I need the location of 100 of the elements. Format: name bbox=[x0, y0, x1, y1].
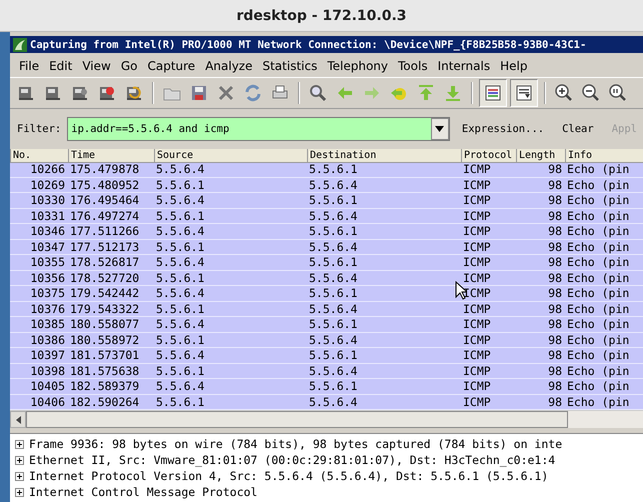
table-cell-text: 180.558077 bbox=[69, 317, 140, 332]
expand-toggle[interactable] bbox=[15, 440, 24, 448]
search-icon[interactable] bbox=[308, 83, 328, 103]
table-cell-text: 5.5.6.4 bbox=[308, 270, 358, 285]
menu-item[interactable]: View bbox=[77, 59, 116, 73]
packet-row[interactable]: 10331 176.497274 5.5.6.1 5.5.6.4 ICMP 98 Echo (pin bbox=[10, 208, 643, 224]
table-cell-text: 10405 bbox=[29, 379, 66, 394]
table-cell-text: 10376 bbox=[29, 302, 66, 316]
packet-row[interactable]: 10385 180.558077 5.5.6.4 5.5.6.1 ICMP 98 Echo (pin bbox=[10, 317, 643, 332]
column-header[interactable]: Protocol bbox=[461, 149, 516, 162]
table-cell-text: 5.5.6.1 bbox=[308, 224, 358, 238]
detail-line[interactable]: Internet Protocol Version 4, Src: 5.5.6.4 (5.5.6.4), Dst: 5.5.6.1 (5.5.6.1) bbox=[29, 469, 548, 483]
detail-line[interactable]: Frame 9936: 98 bytes on wire (784 bits), 98 bytes captured (784 bits) on inte bbox=[29, 437, 562, 451]
table-cell-text: 182.590264 bbox=[69, 394, 140, 409]
table-cell-text: 5.5.6.4 bbox=[308, 302, 358, 316]
table-cell-text: 10386 bbox=[29, 332, 66, 347]
packet-row[interactable]: 10355 178.526817 5.5.6.4 5.5.6.1 ICMP 98 Echo (pin bbox=[10, 255, 643, 270]
table-cell-text: 179.543322 bbox=[69, 302, 140, 316]
zoom-out-icon[interactable] bbox=[581, 83, 601, 103]
table-cell-text: 98 bbox=[547, 364, 563, 378]
table-cell-text: Echo (pin bbox=[566, 286, 630, 300]
packet-row[interactable]: 10346 177.511266 5.5.6.4 5.5.6.1 ICMP 98 Echo (pin bbox=[10, 224, 643, 240]
column-header[interactable]: Length bbox=[516, 149, 565, 162]
menu-item[interactable]: Tools bbox=[393, 59, 433, 73]
table-cell-text: 178.526817 bbox=[69, 255, 140, 270]
menu-item[interactable]: File bbox=[14, 59, 44, 73]
table-cell-text: Echo (pin bbox=[566, 255, 630, 270]
table-cell-text: 5.5.6.4 bbox=[155, 286, 206, 300]
table-cell-text: 5.5.6.4 bbox=[155, 163, 206, 176]
packet-row[interactable]: 10405 182.589379 5.5.6.4 5.5.6.1 ICMP 98 Echo (pin bbox=[10, 379, 643, 394]
menu-item[interactable]: Help bbox=[495, 59, 532, 73]
expand-toggle[interactable] bbox=[15, 488, 24, 496]
menu-item[interactable]: Internals bbox=[432, 59, 496, 73]
close-icon[interactable] bbox=[216, 83, 236, 103]
menu-item[interactable]: Capture bbox=[142, 59, 200, 73]
packet-row[interactable]: 10375 179.542442 5.5.6.4 5.5.6.1 ICMP 98 Echo (pin bbox=[10, 286, 643, 302]
table-cell-text: 5.5.6.1 bbox=[155, 208, 206, 223]
packet-row[interactable]: 10406 182.590264 5.5.6.1 5.5.6.4 ICMP 98 Echo (pin bbox=[10, 394, 643, 410]
table-cell-text: 5.5.6.1 bbox=[308, 317, 358, 332]
column-header[interactable]: Destination bbox=[307, 149, 461, 162]
packet-row[interactable]: 10269 175.480952 5.5.6.1 5.5.6.4 ICMP 98 Echo (pin bbox=[10, 178, 643, 193]
table-cell-text: 5.5.6.4 bbox=[308, 332, 358, 347]
table-cell-text: 10347 bbox=[29, 240, 66, 254]
table-cell-text: 178.527720 bbox=[69, 270, 140, 285]
table-cell-text: 5.5.6.1 bbox=[155, 240, 206, 254]
menu-item[interactable]: Go bbox=[116, 59, 142, 73]
detail-line[interactable]: Internet Control Message Protocol bbox=[29, 485, 258, 499]
table-cell-text: 98 bbox=[547, 394, 563, 409]
menu-item[interactable]: Statistics bbox=[257, 59, 322, 73]
packet-row[interactable]: 10347 177.512173 5.5.6.1 5.5.6.4 ICMP 98 Echo (pin bbox=[10, 240, 643, 255]
packet-row[interactable]: 10386 180.558972 5.5.6.1 5.5.6.4 ICMP 98 Echo (pin bbox=[10, 332, 643, 348]
packet-row[interactable]: 10376 179.543322 5.5.6.1 5.5.6.4 ICMP 98 Echo (pin bbox=[10, 302, 643, 317]
table-cell-text: 5.5.6.1 bbox=[155, 394, 206, 409]
menu-item[interactable]: Analyze bbox=[200, 59, 258, 73]
expand-toggle[interactable] bbox=[15, 472, 24, 480]
packet-row[interactable]: 10266 175.479878 5.5.6.4 5.5.6.1 ICMP 98 Echo (pin bbox=[10, 163, 643, 178]
table-cell-text: 5.5.6.1 bbox=[308, 379, 358, 394]
table-cell-text: 98 bbox=[547, 163, 563, 176]
menu-item[interactable]: Telephony bbox=[322, 59, 394, 73]
menu-item[interactable]: Edit bbox=[44, 59, 78, 73]
packet-row[interactable]: 10397 181.573701 5.5.6.4 5.5.6.1 ICMP 98 Echo (pin bbox=[10, 348, 643, 364]
zoom-in-icon[interactable] bbox=[554, 83, 574, 103]
zoom-reset-icon[interactable] bbox=[608, 83, 628, 103]
window-title: Capturing from Intel(R) PRO/1000 MT Network Connection: \Device\NPF_{F8B25B58-93B0-43C1- bbox=[30, 38, 586, 50]
expand-toggle[interactable] bbox=[15, 456, 24, 464]
table-cell-text: ICMP bbox=[462, 240, 492, 254]
autoscroll-toggle[interactable] bbox=[510, 79, 538, 107]
table-cell-text: 98 bbox=[547, 286, 563, 300]
table-cell-text: 98 bbox=[547, 332, 563, 347]
filter-button[interactable]: Clear bbox=[556, 123, 600, 135]
scroll-left-button[interactable] bbox=[10, 411, 26, 428]
table-cell-text: ICMP bbox=[462, 255, 492, 270]
packet-row[interactable]: 10398 181.575638 5.5.6.1 5.5.6.4 ICMP 98 Echo (pin bbox=[10, 364, 643, 379]
table-cell-text: 5.5.6.4 bbox=[308, 178, 358, 192]
column-header[interactable]: Info bbox=[565, 149, 643, 162]
table-cell-text: ICMP bbox=[462, 224, 492, 238]
scrollbar-thumb[interactable] bbox=[26, 411, 568, 428]
table-cell-text: 5.5.6.1 bbox=[308, 255, 358, 270]
table-cell-text: 10346 bbox=[29, 224, 66, 238]
table-cell-text: ICMP bbox=[462, 302, 492, 316]
table-cell-text: 5.5.6.4 bbox=[155, 193, 206, 208]
table-cell-text: 98 bbox=[547, 208, 563, 223]
table-cell-text: 98 bbox=[547, 193, 563, 208]
column-header[interactable]: No. bbox=[10, 149, 68, 162]
packet-row[interactable]: 10330 176.495464 5.5.6.4 5.5.6.1 ICMP 98 Echo (pin bbox=[10, 193, 643, 208]
column-header[interactable]: Time bbox=[68, 149, 154, 162]
packet-row[interactable]: 10356 178.527720 5.5.6.1 5.5.6.4 ICMP 98 Echo (pin bbox=[10, 270, 643, 286]
table-cell-text: 10266 bbox=[29, 163, 66, 176]
table-cell-text: Echo (pin bbox=[566, 394, 630, 409]
detail-line[interactable]: Ethernet II, Src: Vmware_81:01:07 (00:0c:29:81:01:07), Dst: H3cTechn_c0:e1:4 bbox=[29, 453, 556, 467]
save-icon[interactable] bbox=[189, 83, 209, 103]
filter-button[interactable]: Expression... bbox=[456, 123, 550, 135]
table-cell-text: 5.5.6.1 bbox=[308, 286, 358, 300]
column-header[interactable]: Source bbox=[154, 149, 307, 162]
table-cell-text: 175.479878 bbox=[69, 163, 140, 176]
table-cell-text: 10406 bbox=[29, 394, 66, 409]
table-cell-text: Echo (pin bbox=[566, 163, 630, 176]
table-cell-text: Echo (pin bbox=[566, 178, 630, 192]
table-cell-text: 5.5.6.4 bbox=[155, 255, 206, 270]
colorize-toggle[interactable] bbox=[479, 79, 507, 107]
